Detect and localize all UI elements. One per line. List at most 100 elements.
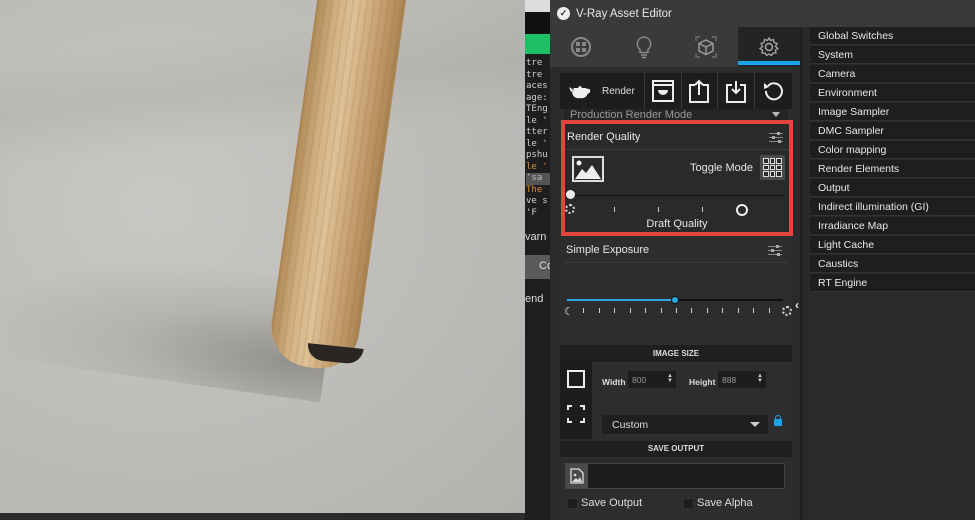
preset-value: Custom <box>612 419 649 431</box>
settings-list-item[interactable]: DMC Sampler <box>810 122 975 140</box>
render-button[interactable]: Render <box>560 73 645 109</box>
width-input[interactable]: 800 ▲ ▼ <box>628 371 676 388</box>
vray-logo-icon: ✓ <box>557 7 570 20</box>
slider-tick <box>737 308 739 313</box>
quality-high-icon <box>736 204 748 216</box>
exposure-slider-track[interactable] <box>567 296 783 304</box>
save-output-label: Save Output <box>581 497 643 509</box>
height-label: Height <box>689 377 716 387</box>
render-quality-section: Render Quality Toggle Mode Draft Quality <box>561 120 793 236</box>
settings-list-item[interactable]: Render Elements <box>810 160 975 178</box>
section-title: Simple Exposure <box>566 243 650 256</box>
slider-tick <box>660 308 662 313</box>
tab-settings[interactable] <box>737 27 800 67</box>
import-button[interactable] <box>718 73 756 109</box>
settings-list-item[interactable]: Environment <box>810 84 975 102</box>
console-line: pshu <box>526 150 548 160</box>
settings-list-item[interactable]: Global Switches <box>810 27 975 45</box>
console-line: ve s <box>526 196 548 206</box>
height-input[interactable]: 888 ▲ ▼ <box>718 371 766 388</box>
settings-list-item[interactable]: Camera <box>810 65 975 83</box>
safe-frame-icon[interactable] <box>567 405 585 423</box>
tab-geometry[interactable] <box>675 27 738 67</box>
save-output-checkbox[interactable]: Save Output <box>567 497 642 509</box>
panel-divider[interactable] <box>800 27 810 520</box>
render-viewport <box>0 0 525 513</box>
sliders-icon[interactable] <box>768 244 782 256</box>
toggle-mode-button[interactable] <box>760 155 785 180</box>
console-line: tre <box>526 58 543 68</box>
slider-tick <box>645 308 647 313</box>
chevron-down-icon <box>750 422 760 427</box>
settings-list-item[interactable]: Output <box>810 179 975 197</box>
slider-tick <box>676 308 677 313</box>
checkbox[interactable] <box>567 497 578 509</box>
export-button[interactable] <box>682 73 719 109</box>
console-window: tre tre aces age: TEng le ' tter le ' ps… <box>525 0 550 520</box>
materials-icon <box>571 37 592 57</box>
image-file-icon[interactable] <box>566 464 588 488</box>
quality-slider-track[interactable] <box>569 195 785 196</box>
settings-list-item[interactable]: System <box>810 46 975 64</box>
console-line: 'sa <box>526 173 550 185</box>
viewport-border <box>0 513 525 520</box>
slider-tick <box>706 308 708 313</box>
save-alpha-checkbox[interactable]: Save Alpha <box>683 497 753 509</box>
render-quality-header: Render Quality <box>565 124 789 150</box>
settings-list-item[interactable]: Image Sampler <box>810 103 975 121</box>
section-title: Render Quality <box>567 130 641 143</box>
lock-icon[interactable] <box>774 415 782 426</box>
settings-list-item[interactable]: Light Cache <box>810 236 975 254</box>
simple-exposure-header: Simple Exposure <box>564 237 788 263</box>
console-button[interactable]: Co <box>525 255 550 279</box>
settings-list-item[interactable]: RT Engine <box>810 274 975 292</box>
settings-list-item[interactable]: Caustics <box>810 255 975 273</box>
sun-icon <box>782 306 792 316</box>
render-window-icon <box>651 80 674 102</box>
gear-icon <box>758 36 779 57</box>
slider-tick <box>768 308 770 313</box>
settings-list-item[interactable]: Irradiance Map <box>810 217 975 235</box>
width-spinner[interactable]: ▲ ▼ <box>667 373 673 384</box>
sliders-icon[interactable] <box>769 131 783 143</box>
output-path-input[interactable] <box>565 463 785 489</box>
console-status-bar <box>525 34 550 54</box>
slider-tick <box>614 207 615 212</box>
tab-materials[interactable] <box>550 27 613 67</box>
console-top-bar <box>525 0 550 12</box>
image-size-section: Width 800 ▲ ▼ Height 888 ▲ ▼ Custom <box>560 362 792 441</box>
exposure-slider-thumb[interactable] <box>671 296 679 304</box>
height-value: 888 <box>722 375 737 385</box>
fit-frame-icon[interactable] <box>567 370 585 388</box>
export-icon <box>689 79 710 103</box>
slider-tick <box>629 308 631 313</box>
width-value: 800 <box>632 375 647 385</box>
settings-category-list: Global Switches System Camera Environment Im… <box>810 27 975 293</box>
console-line: tre <box>526 69 543 80</box>
render-interactive-button[interactable] <box>645 73 682 109</box>
console-line: The <box>526 184 543 195</box>
slider-tick <box>722 308 724 313</box>
settings-list-item[interactable]: Color mapping <box>810 141 975 159</box>
save-output-header: SAVE OUTPUT <box>560 441 792 457</box>
quality-slider-thumb[interactable] <box>566 190 575 199</box>
render-label: Render <box>602 85 635 97</box>
chevron-down-icon <box>772 112 780 117</box>
settings-list-item[interactable]: Indirect illumination (GI) <box>810 198 975 216</box>
collapse-panel-chevron-icon[interactable]: ‹ <box>795 298 799 312</box>
tab-lights[interactable] <box>613 27 676 67</box>
render-quality-row: Toggle Mode <box>565 150 789 190</box>
slider-tick <box>614 308 616 313</box>
render-toolbar: Render <box>560 73 792 109</box>
image-size-preset-dropdown[interactable]: Custom <box>602 415 768 434</box>
console-line: 'F <box>526 207 537 218</box>
category-tabs <box>550 27 800 67</box>
slider-tick <box>598 308 600 313</box>
revert-button[interactable] <box>755 73 792 109</box>
revert-icon <box>763 82 783 101</box>
height-spinner[interactable]: ▲ ▼ <box>757 373 763 384</box>
image-size-icons <box>560 362 592 439</box>
checkbox[interactable] <box>683 497 694 509</box>
console-line: le ' <box>526 161 548 172</box>
slider-tick <box>753 308 755 313</box>
